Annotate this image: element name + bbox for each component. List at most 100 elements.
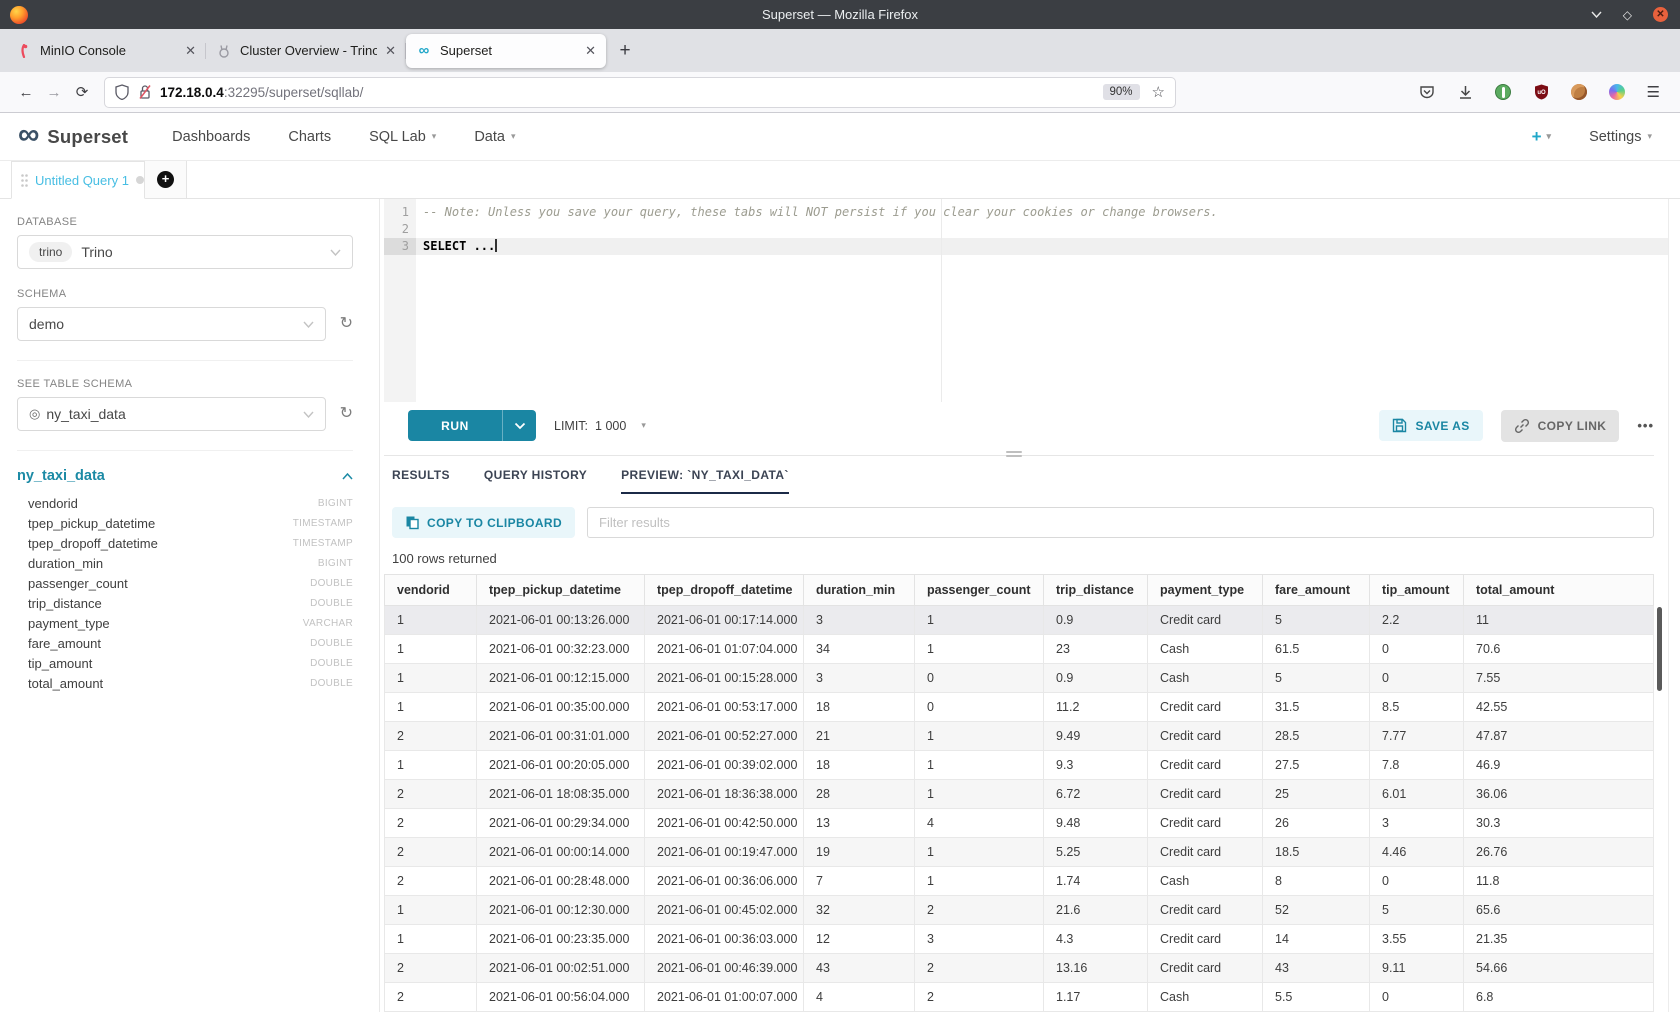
- column-header[interactable]: tpep_pickup_datetime: [477, 575, 645, 606]
- window-title: Superset — Mozilla Firefox: [0, 7, 1680, 22]
- column-header[interactable]: trip_distance: [1044, 575, 1148, 606]
- bookmark-star-icon[interactable]: ☆: [1152, 83, 1165, 101]
- nav-item-data[interactable]: Data▾: [474, 129, 515, 145]
- nav-item-dashboards[interactable]: Dashboards: [172, 129, 250, 145]
- column-header[interactable]: duration_min: [804, 575, 915, 606]
- column-header[interactable]: passenger_count: [915, 575, 1044, 606]
- table-cell: 6.8: [1464, 983, 1654, 1012]
- table-cell: 5.25: [1044, 838, 1148, 867]
- table-cell: 1: [385, 925, 477, 954]
- table-cell: 7.55: [1464, 664, 1654, 693]
- insecure-lock-icon[interactable]: [138, 84, 152, 100]
- extension-burst-icon[interactable]: [1609, 84, 1626, 101]
- extension-green-icon[interactable]: [1495, 84, 1512, 101]
- tab-close-icon[interactable]: ✕: [585, 43, 596, 59]
- column-header[interactable]: tpep_dropoff_datetime: [645, 575, 804, 606]
- column-header[interactable]: fare_amount: [1263, 575, 1370, 606]
- table-cell: 2021-06-01 00:31:01.000: [477, 722, 645, 751]
- table-cell: 2021-06-01 00:19:47.000: [645, 838, 804, 867]
- tab-preview[interactable]: PREVIEW: `NY_TAXI_DATA`: [621, 468, 789, 494]
- cookie-icon[interactable]: [1571, 84, 1588, 101]
- drag-handle-icon[interactable]: [21, 174, 28, 187]
- table-cell: 3: [915, 925, 1044, 954]
- table-select[interactable]: ◎ ny_taxi_data: [17, 397, 326, 431]
- table-row: 12021-06-01 00:23:35.0002021-06-01 00:36…: [385, 925, 1654, 954]
- superset-brand[interactable]: Superset: [47, 126, 128, 148]
- window-minimize-icon[interactable]: [1591, 11, 1602, 18]
- more-actions-button[interactable]: •••: [1637, 418, 1654, 433]
- browser-tab-superset[interactable]: ∞ Superset ✕: [406, 34, 606, 68]
- table-cell: 1: [385, 751, 477, 780]
- table-cell: 11: [1464, 606, 1654, 635]
- reload-button[interactable]: ⟳: [68, 83, 96, 101]
- query-tab[interactable]: Untitled Query 1 ✕: [11, 161, 145, 199]
- column-header[interactable]: total_amount: [1464, 575, 1654, 606]
- copy-to-clipboard-button[interactable]: COPY TO CLIPBOARD: [392, 507, 575, 538]
- results-tab-bar: RESULTS QUERY HISTORY PREVIEW: `NY_TAXI_…: [384, 455, 1654, 494]
- sql-editor[interactable]: 123 -- Note: Unless you save your query,…: [384, 199, 1668, 402]
- table-cell: 4.3: [1044, 925, 1148, 954]
- run-options-button[interactable]: [502, 410, 536, 441]
- table-cell: 8.5: [1370, 693, 1464, 722]
- refresh-table-icon[interactable]: ↻: [340, 406, 353, 422]
- table-cell: 9.49: [1044, 722, 1148, 751]
- forward-button[interactable]: →: [40, 84, 68, 101]
- editor-print-margin: [941, 199, 942, 402]
- column-header[interactable]: payment_type: [1148, 575, 1263, 606]
- limit-dropdown[interactable]: LIMIT: 1 000 ▾: [554, 419, 646, 433]
- window-close-icon[interactable]: ✕: [1653, 7, 1668, 22]
- trino-icon: [216, 43, 232, 59]
- back-button[interactable]: ←: [12, 84, 40, 101]
- tab-close-icon[interactable]: ✕: [385, 43, 396, 59]
- ublock-icon[interactable]: uO: [1533, 84, 1550, 101]
- menu-icon[interactable]: ☰: [1647, 83, 1660, 101]
- tracking-shield-icon[interactable]: [115, 84, 129, 100]
- copy-link-button[interactable]: COPY LINK: [1501, 410, 1620, 442]
- table-cell: 1: [915, 867, 1044, 896]
- table-cell: 2021-06-01 00:35:00.000: [477, 693, 645, 722]
- nav-item-charts[interactable]: Charts: [288, 129, 331, 145]
- collapse-table-icon[interactable]: [342, 473, 353, 480]
- schema-column: vendoridBIGINT: [17, 493, 353, 513]
- table-cell: 0: [915, 693, 1044, 722]
- table-cell: 2021-06-01 01:00:07.000: [645, 983, 804, 1012]
- zoom-level-badge[interactable]: 90%: [1103, 84, 1140, 100]
- window-maximize-icon[interactable]: ◇: [1623, 9, 1632, 21]
- add-new-button[interactable]: +▾: [1532, 127, 1551, 147]
- column-header[interactable]: vendorid: [385, 575, 477, 606]
- refresh-schema-icon[interactable]: ↻: [340, 316, 353, 332]
- table-cell: 7: [804, 867, 915, 896]
- url-bar[interactable]: 172.18.0.4:32295/superset/sqllab/ 90% ☆: [104, 77, 1176, 108]
- save-as-button[interactable]: SAVE AS: [1379, 410, 1482, 441]
- results-scrollbar[interactable]: [1657, 607, 1662, 691]
- table-cell: 2021-06-01 18:36:38.000: [645, 780, 804, 809]
- tab-results[interactable]: RESULTS: [392, 468, 450, 494]
- run-button[interactable]: RUN: [408, 410, 502, 441]
- download-icon[interactable]: [1457, 84, 1474, 101]
- pane-resize-handle[interactable]: [1006, 451, 1022, 459]
- nav-item-sqllab[interactable]: SQL Lab▾: [369, 129, 436, 145]
- tab-query-history[interactable]: QUERY HISTORY: [484, 468, 587, 494]
- results-table: vendoridtpep_pickup_datetimetpep_dropoff…: [384, 574, 1654, 1012]
- column-type: TIMESTAMP: [293, 538, 353, 549]
- filter-results-input[interactable]: [587, 507, 1654, 538]
- browser-tab-minio[interactable]: MinIO Console ✕: [6, 34, 206, 68]
- add-query-tab-button[interactable]: +: [145, 161, 187, 198]
- table-cell: Credit card: [1148, 809, 1263, 838]
- database-label: DATABASE: [17, 216, 353, 228]
- table-cell: 2021-06-01 00:13:26.000: [477, 606, 645, 635]
- new-tab-button[interactable]: +: [610, 36, 640, 66]
- database-select[interactable]: trino Trino: [17, 235, 353, 269]
- browser-tab-trino[interactable]: Cluster Overview - Trino ✕: [206, 34, 406, 68]
- column-name: passenger_count: [28, 576, 128, 591]
- tab-close-icon[interactable]: ✕: [185, 43, 196, 59]
- schema-select[interactable]: demo: [17, 307, 326, 341]
- column-header[interactable]: tip_amount: [1370, 575, 1464, 606]
- schema-table-name[interactable]: ny_taxi_data: [17, 468, 105, 484]
- pocket-icon[interactable]: [1419, 84, 1436, 101]
- settings-menu[interactable]: Settings▾: [1589, 129, 1652, 145]
- table-cell: 13.16: [1044, 954, 1148, 983]
- schema-column: tpep_pickup_datetimeTIMESTAMP: [17, 513, 353, 533]
- superset-logo-icon[interactable]: ∞: [18, 120, 39, 150]
- table-cell: 3: [804, 664, 915, 693]
